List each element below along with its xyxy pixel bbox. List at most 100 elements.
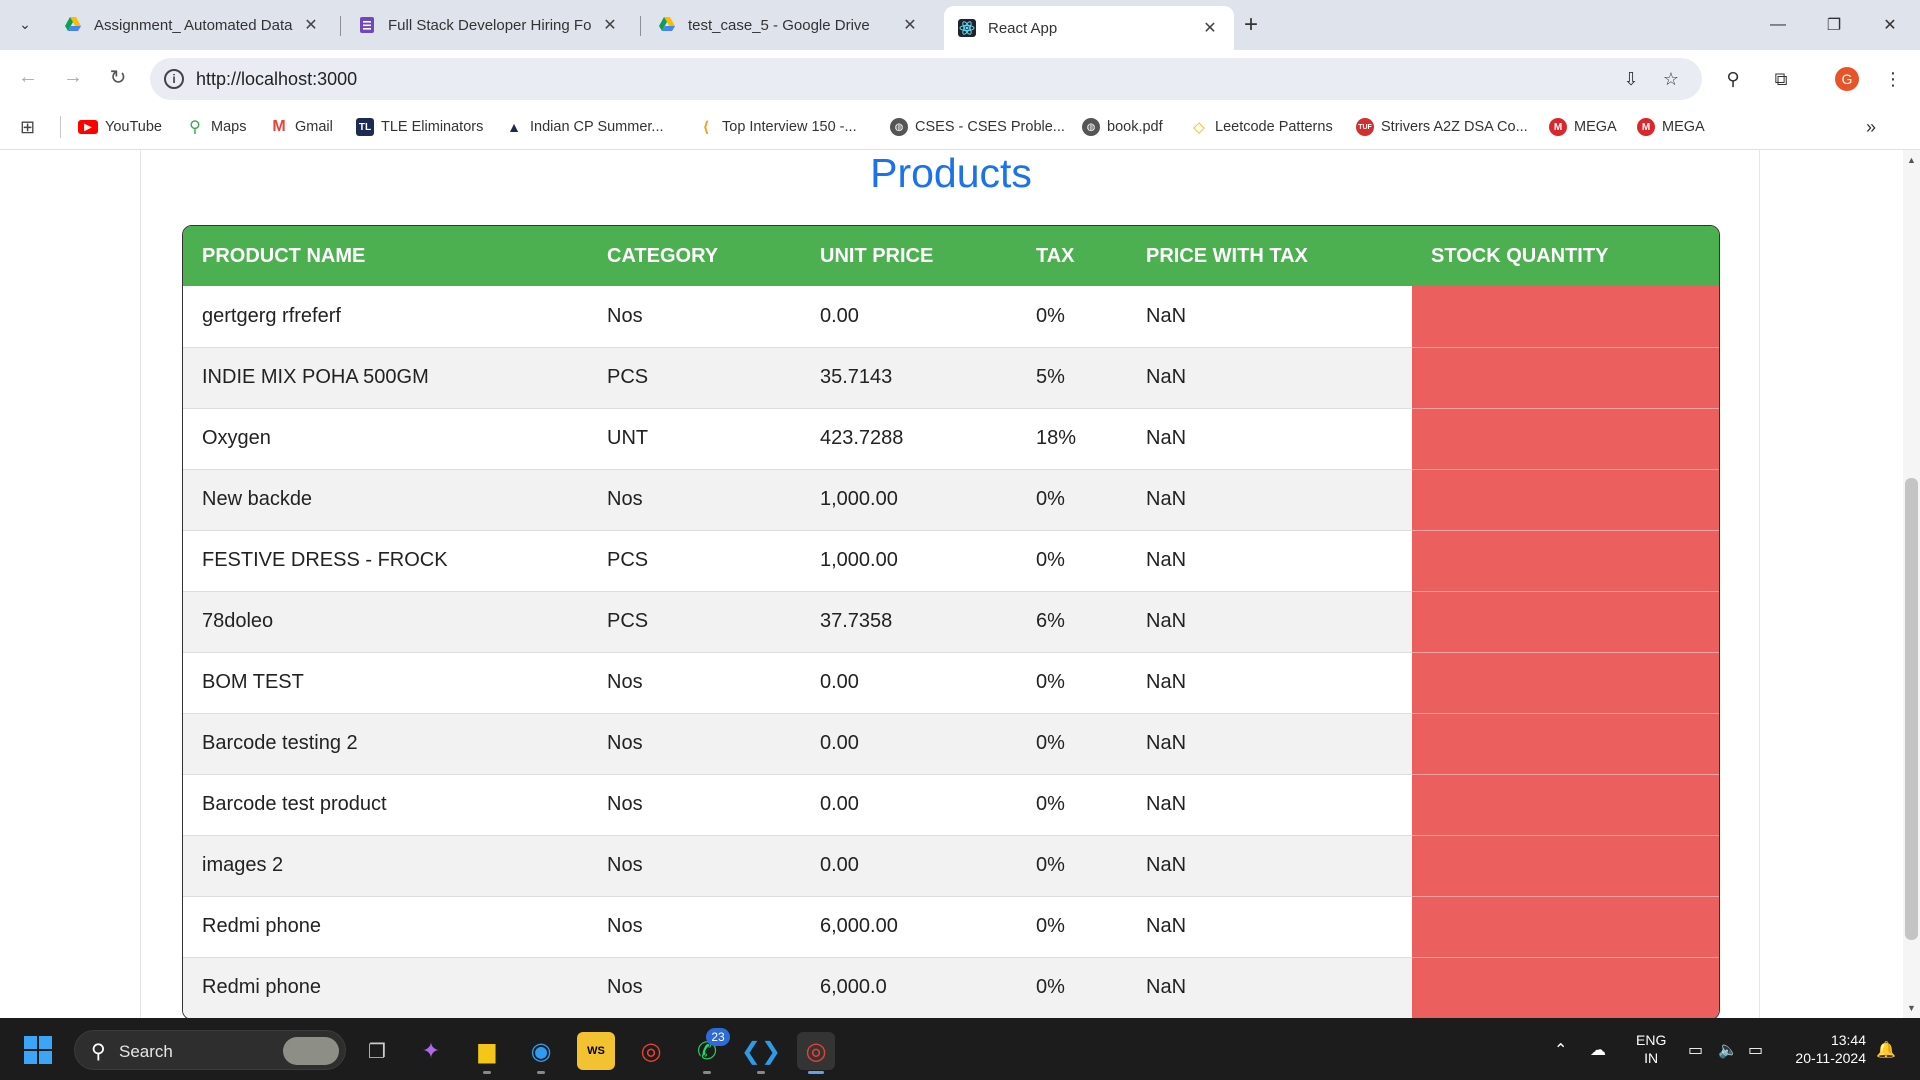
tab-separator	[640, 16, 641, 36]
cell-unit-price: 1,000.00	[801, 530, 1017, 592]
running-indicator	[703, 1071, 711, 1074]
cell-unit-price: 0.00	[801, 774, 1017, 836]
cell-category: Nos	[588, 896, 801, 958]
restore-button[interactable]: ❐	[1806, 0, 1862, 50]
cell-unit-price: 6,000.0	[801, 957, 1017, 1018]
extensions-icon[interactable]: ⧉	[1768, 66, 1794, 92]
products-container: Products PRODUCT NAME CATEGORY UNIT PRIC…	[140, 150, 1760, 1018]
bookmark-gmail[interactable]: M Gmail	[270, 116, 333, 138]
cell-product-name: gertgerg rfreferf	[183, 286, 588, 348]
cell-product-name: Redmi phone	[183, 957, 588, 1018]
close-icon: ✕	[1883, 17, 1897, 34]
cell-tax: 0%	[1017, 530, 1127, 592]
edge-icon[interactable]: ◉	[522, 1032, 560, 1070]
bookmark-label: Strivers A2Z DSA Co...	[1381, 119, 1528, 135]
cell-category: Nos	[588, 469, 801, 531]
tab-hiring-form[interactable]: Full Stack Developer Hiring For ✕	[344, 6, 634, 44]
bookmark-label: Leetcode Patterns	[1215, 119, 1333, 135]
tab-assignment[interactable]: Assignment_ Automated Data E ✕	[50, 6, 335, 44]
cell-stock-quantity	[1412, 774, 1719, 836]
site-info-icon[interactable]: i	[164, 69, 184, 89]
bookmark-tle-eliminators[interactable]: TL TLE Eliminators	[356, 116, 483, 138]
arrow-right-icon: →	[63, 65, 83, 88]
tuf-icon: TUF	[1356, 118, 1374, 136]
cell-product-name: FESTIVE DRESS - FROCK	[183, 530, 588, 592]
globe-icon: ◍	[1082, 118, 1100, 136]
address-bar[interactable]: i http://localhost:3000 ⇩ ☆	[150, 58, 1702, 100]
google-drive-icon	[65, 17, 81, 31]
chrome-icon[interactable]: ◎	[632, 1032, 670, 1070]
onedrive-icon[interactable]: ☁	[1590, 1040, 1606, 1060]
tab-search-button[interactable]: ⌄	[10, 9, 40, 39]
battery-icon[interactable]: ▭	[1748, 1040, 1763, 1060]
cell-price-with-tax: NaN	[1127, 347, 1412, 409]
scroll-up-arrow-icon[interactable]: ▲	[1905, 154, 1918, 167]
close-icon[interactable]: ✕	[301, 15, 321, 35]
profile-avatar[interactable]: G	[1835, 67, 1859, 91]
scroll-down-arrow-icon[interactable]: ▼	[1905, 1002, 1918, 1015]
tab-react-app[interactable]: React App ✕	[944, 6, 1234, 50]
cell-stock-quantity	[1412, 591, 1719, 653]
cell-price-with-tax: NaN	[1127, 591, 1412, 653]
close-icon[interactable]: ✕	[900, 15, 920, 35]
taskbar-search-box[interactable]: ⚲ Search	[74, 1030, 346, 1070]
bookmark-mega-1[interactable]: M MEGA	[1549, 116, 1617, 138]
bookmark-leetcode-patterns[interactable]: ◇ Leetcode Patterns	[1190, 116, 1333, 138]
close-icon[interactable]: ✕	[600, 15, 620, 35]
volume-icon[interactable]: 🔈	[1718, 1040, 1738, 1060]
bookmark-label: CSES - CSES Proble...	[915, 119, 1065, 135]
cell-category: PCS	[588, 591, 801, 653]
bookmark-youtube[interactable]: ▶ YouTube	[78, 116, 162, 138]
cell-stock-quantity	[1412, 286, 1719, 348]
url-text[interactable]: http://localhost:3000	[196, 69, 357, 90]
zoom-icon[interactable]: ⚲	[1720, 66, 1746, 92]
bookmark-label: Maps	[211, 119, 247, 135]
column-header-product-name: PRODUCT NAME	[183, 226, 588, 286]
file-explorer-icon[interactable]: ▆	[468, 1032, 506, 1070]
cell-price-with-tax: NaN	[1127, 469, 1412, 531]
windows-start-icon[interactable]	[24, 1036, 54, 1066]
chevron-up-icon[interactable]: ⌃	[1554, 1040, 1567, 1060]
system-clock[interactable]: 13:44 20-11-2024	[1786, 1031, 1866, 1067]
cell-unit-price: 35.7143	[801, 347, 1017, 409]
bookmark-top-interview[interactable]: ⟨ Top Interview 150 -...	[697, 116, 857, 138]
scrollbar-thumb[interactable]	[1905, 478, 1918, 940]
webstorm-icon[interactable]: WS	[577, 1032, 615, 1070]
globe-icon: ◍	[890, 118, 908, 136]
bookmark-book-pdf[interactable]: ◍ book.pdf	[1082, 116, 1163, 138]
more-menu-icon[interactable]: ⋮	[1880, 66, 1906, 92]
task-view-icon[interactable]: ❐	[358, 1032, 396, 1070]
cell-price-with-tax: NaN	[1127, 652, 1412, 714]
bookmark-indian-cp[interactable]: ▲ Indian CP Summer...	[505, 116, 663, 138]
table-row: Redmi phone Nos 6,000.0 0% NaN	[183, 957, 1719, 1018]
vscode-icon[interactable]: ❮❯	[741, 1032, 781, 1070]
apps-button[interactable]: ⊞	[20, 116, 35, 138]
active-indicator	[808, 1071, 824, 1074]
close-window-button[interactable]: ✕	[1862, 0, 1918, 50]
tab-google-drive[interactable]: test_case_5 - Google Drive ✕	[644, 6, 934, 44]
minimize-button[interactable]: —	[1750, 0, 1806, 50]
google-drive-icon	[659, 17, 675, 31]
chrome-profile-icon[interactable]: ◎	[797, 1032, 835, 1070]
install-app-icon[interactable]: ⇩	[1620, 68, 1642, 90]
network-icon[interactable]: ▭	[1688, 1040, 1703, 1060]
copilot-icon[interactable]: ✦	[412, 1032, 450, 1070]
table-row: New backde Nos 1,000.00 0% NaN	[183, 469, 1719, 531]
back-button[interactable]: ←	[13, 62, 43, 92]
notification-bell-icon[interactable]: 🔔	[1876, 1040, 1896, 1060]
forward-button[interactable]: →	[58, 62, 88, 92]
close-icon[interactable]: ✕	[1200, 18, 1220, 38]
more-bookmarks-button[interactable]: »	[1866, 116, 1876, 138]
column-header-category: CATEGORY	[588, 226, 801, 286]
bookmark-mega-2[interactable]: M MEGA	[1637, 116, 1705, 138]
bookmark-cses[interactable]: ◍ CSES - CSES Proble...	[890, 116, 1065, 138]
apps-grid-icon: ⊞	[20, 116, 36, 137]
new-tab-button[interactable]: +	[1244, 11, 1258, 39]
bookmark-maps[interactable]: ⚲ Maps	[186, 116, 246, 138]
language-indicator[interactable]: ENG IN	[1636, 1031, 1666, 1067]
cell-stock-quantity	[1412, 896, 1719, 958]
bookmark-strivers[interactable]: TUF Strivers A2Z DSA Co...	[1356, 116, 1528, 138]
reload-button[interactable]: ↻	[103, 62, 133, 92]
star-icon[interactable]: ☆	[1660, 68, 1682, 90]
cell-stock-quantity	[1412, 713, 1719, 775]
